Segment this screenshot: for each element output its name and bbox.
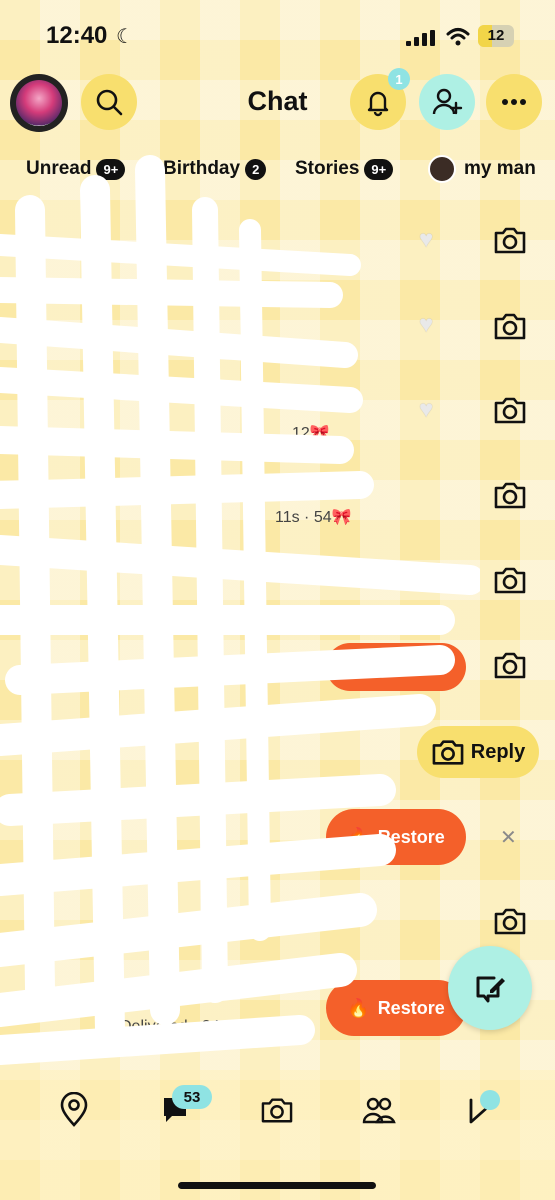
battery-level: 12 xyxy=(487,27,505,44)
redaction-scribble xyxy=(0,155,480,1065)
add-friend-button[interactable] xyxy=(419,74,475,130)
camera-icon[interactable] xyxy=(492,562,528,598)
nav-camera[interactable] xyxy=(257,1090,297,1130)
dismiss-icon[interactable]: ✕ xyxy=(500,825,517,850)
nav-map[interactable] xyxy=(54,1090,94,1130)
more-options-button[interactable] xyxy=(486,74,542,130)
more-icon xyxy=(502,99,526,105)
camera-icon[interactable] xyxy=(492,477,528,513)
spotlight-new-dot xyxy=(480,1090,500,1110)
add-friend-icon xyxy=(432,88,463,115)
map-icon xyxy=(60,1092,88,1127)
nav-friends[interactable] xyxy=(359,1090,399,1130)
bell-icon xyxy=(367,91,389,117)
status-time: 12:40 xyxy=(46,22,108,49)
chat-unread-badge: 53 xyxy=(172,1085,212,1109)
camera-icon[interactable] xyxy=(492,903,528,939)
wifi-icon xyxy=(446,28,470,46)
notification-badge: 1 xyxy=(388,68,410,90)
camera-icon[interactable] xyxy=(492,647,528,683)
signal-icon xyxy=(406,30,435,46)
camera-icon xyxy=(261,1098,293,1123)
camera-icon[interactable] xyxy=(492,308,528,344)
home-indicator[interactable] xyxy=(178,1182,376,1189)
moon-icon: ☾ xyxy=(116,26,134,48)
camera-icon[interactable] xyxy=(492,222,528,258)
friends-icon xyxy=(362,1097,396,1124)
battery-indicator: 12 xyxy=(478,25,514,47)
new-chat-button[interactable] xyxy=(448,946,532,1030)
camera-icon[interactable] xyxy=(492,392,528,428)
compose-icon xyxy=(476,976,505,1003)
